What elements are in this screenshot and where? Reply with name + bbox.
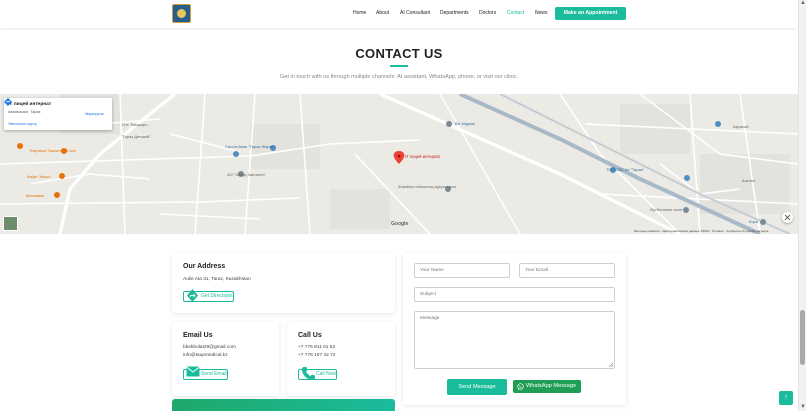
nav-home[interactable]: Home [353,10,366,16]
map-label-oblast: Жамбыл облыстық ауруханасы [398,184,457,189]
map-place-title: IT лицей интернат [8,102,52,107]
arrow-up-icon[interactable]: ↑ [779,391,793,405]
contact-page: Home About AI Consultant Departments Doc… [0,0,806,411]
send-email-label: Send Email [201,371,227,377]
map-label-koktem: Коктем [742,178,756,183]
directions-icon[interactable] [4,98,12,106]
google-logo: Google [391,221,409,227]
call-now-label: Call Now [316,371,337,377]
site-header: Home About AI Consultant Departments Doc… [0,0,798,28]
direction-icon [187,289,198,302]
map-label-sauna: Салон-баня "Тараз Жарма" [225,144,277,149]
map-satellite-toggle[interactable] [3,216,18,231]
map-label-kora: Кора [749,219,759,224]
send-email-button[interactable]: Send Email [183,366,228,380]
scroll-up-icon[interactable]: ▲ [800,0,806,6]
resize-handle-icon[interactable] [608,362,613,367]
message-textarea[interactable]: Message [414,311,615,369]
map-place-card: IT лицей интернат Автовокзал, Тараз Увел… [4,98,112,130]
call-card: Call Us +7 775 811 01 52 +7 778 107 42 7… [287,322,395,396]
name-input[interactable]: Your Name [414,263,510,278]
map-label-tovarpro: Отс Товарпро [122,122,148,127]
address-card: Our Address Aulie Ata 31, Taraz, Kazakhs… [172,253,395,313]
map-label-zavod: АО "Завод Запчасть" [227,172,266,177]
map-label-tarazbaby: "Тараз Детский" [121,134,151,139]
get-directions-button[interactable]: Get Directions [183,289,234,302]
fullscreen-icon[interactable] [782,212,793,223]
nav-doctors[interactable]: Doctors [479,10,496,16]
whatsapp-message-button[interactable]: WhatsApp Message [513,380,581,393]
site-logo[interactable] [172,4,191,23]
map-label-too: ТОО СВС Кх "Тараз" [606,167,645,172]
email-line-2: info@taupmedical.kz [183,353,228,358]
phone-line-2: +7 778 107 42 72 [298,353,336,358]
page-scrollbar[interactable]: ▲ ▼ [798,0,806,411]
make-appointment-button[interactable]: Make an Appointment [555,7,626,20]
nav-news[interactable]: News [535,10,548,16]
email-line-1: bbekbolat29@gmail.com [183,345,236,350]
map-label-kaf-klass: Кафе "Класс" [27,174,52,179]
scrollbar-thumb[interactable] [800,310,805,365]
map-place-address: Автовокзал, Тараз [8,110,41,114]
phone-icon [302,367,315,380]
page-subtitle: Get in touch with us through multiple ch… [279,74,519,80]
email-heading: Email Us [183,332,213,339]
name-placeholder: Your Name [420,268,444,273]
map-label-kosmos: "Евразия" Банкетный зал [29,148,76,153]
map-label-biz: Biz bngami [455,121,475,126]
email-card: Email Us bbekbolat29@gmail.com info@taup… [172,322,279,396]
map-label-football: Футбольное поле [650,207,683,212]
subject-placeholder: Subject [420,292,436,297]
map-enlarge-link[interactable]: Увеличить карту [8,122,37,126]
phone-line-1: +7 775 811 01 52 [298,345,336,350]
get-directions-label: Get Directions [201,293,233,299]
nav-contact[interactable]: Contact [507,10,524,16]
map-directions-link[interactable]: Маршруты [85,112,104,116]
email-icon [186,366,200,377]
call-now-button[interactable]: Call Now [298,367,338,380]
nav-about[interactable]: About [376,10,389,16]
subject-input[interactable]: Subject [414,287,615,302]
call-heading: Call Us [298,332,322,339]
scroll-down-icon[interactable]: ▼ [800,404,806,410]
nav-ai-consultant[interactable]: AI Consultant [400,10,430,16]
address-line: Aulie Ata 31, Taraz, Kazakhstan [183,277,251,282]
message-placeholder: Message [420,316,440,321]
send-message-button[interactable]: Send Message [447,379,507,395]
email-placeholder: Your Email [525,268,549,273]
email-input[interactable]: Your Email [519,263,615,278]
embedded-map[interactable]: IT лицей интернат Biz bngami Отс Товарпр… [0,94,798,234]
whatsapp-message-label: WhatsApp Message [526,383,577,389]
whatsapp-icon [517,383,524,390]
title-underline [390,65,408,67]
map-label-malkavan: Малкаван [26,193,45,198]
map-pin-label: IT лицей интернат [405,154,441,159]
page-title: CONTACT US [355,46,443,61]
map-attribution[interactable]: Быстрые клавиши · Картографические данны… [634,229,769,233]
nav-departments[interactable]: Departments [440,10,469,16]
map-label-karasu: Карасай [733,124,749,129]
address-heading: Our Address [183,263,226,270]
map-canvas [0,94,798,234]
green-banner [172,399,395,411]
